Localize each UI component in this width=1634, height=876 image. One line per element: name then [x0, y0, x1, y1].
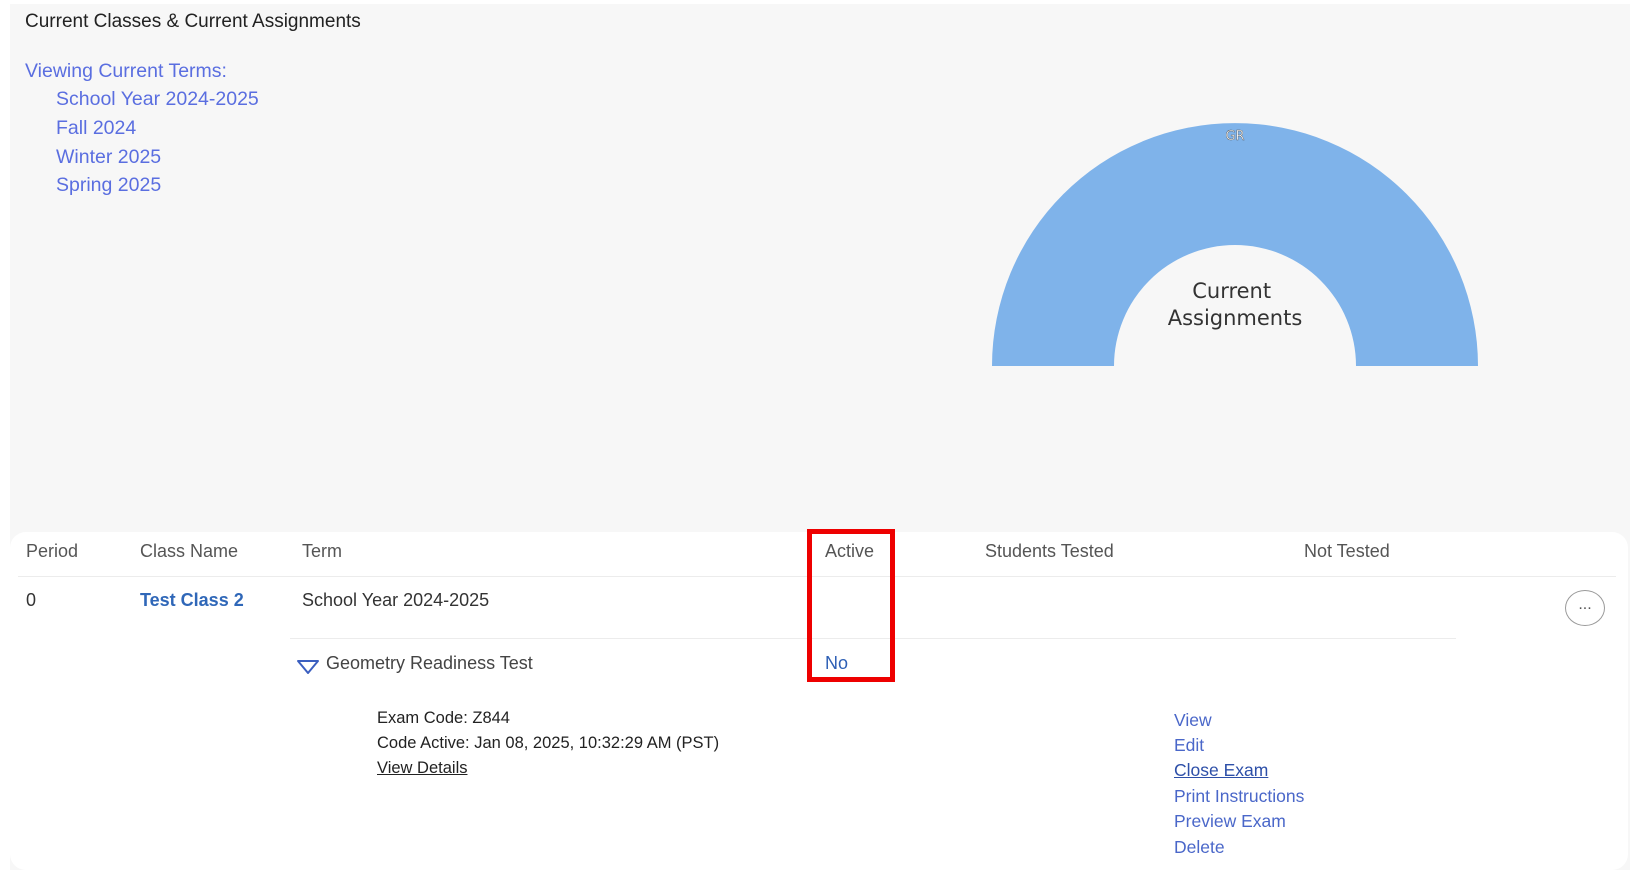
exam-code: Exam Code: Z844 [377, 709, 510, 727]
assignment-name: Geometry Readiness Test [326, 653, 533, 673]
chart-slice-label: GR [1225, 129, 1244, 144]
class-name-link[interactable]: Test Class 2 [140, 590, 244, 611]
close-exam-link[interactable]: Close Exam [1174, 760, 1268, 781]
page-title: Current Classes & Current Assignments [25, 11, 361, 32]
terms-label: Viewing Current Terms: [25, 60, 227, 82]
code-active-timestamp: Code Active: Jan 08, 2025, 10:32:29 AM (… [377, 734, 720, 752]
row-term: School Year 2024-2025 [302, 590, 490, 610]
header-class-name[interactable]: Class Name [140, 541, 238, 562]
header-period[interactable]: Period [26, 541, 78, 562]
assignments-donut-chart: GR Current Assignments [992, 123, 1478, 366]
term-link-fall[interactable]: Fall 2024 [56, 117, 136, 140]
delete-action-link[interactable]: Delete [1174, 837, 1225, 858]
term-link-winter[interactable]: Winter 2025 [56, 146, 161, 169]
term-link-school-year[interactable]: School Year 2024-2025 [56, 88, 259, 111]
more-options-button[interactable]: ... [1565, 590, 1605, 626]
header-term[interactable]: Term [302, 541, 342, 562]
header-students-tested[interactable]: Students Tested [985, 541, 1114, 562]
edit-action-link[interactable]: Edit [1174, 735, 1204, 756]
row-period: 0 [26, 590, 37, 610]
view-action-link[interactable]: View [1174, 710, 1212, 731]
preview-exam-link[interactable]: Preview Exam [1174, 811, 1286, 832]
header-not-tested[interactable]: Not Tested [1304, 541, 1390, 562]
term-link-spring[interactable]: Spring 2025 [56, 174, 161, 197]
print-instructions-link[interactable]: Print Instructions [1174, 786, 1304, 807]
chart-center-label: Current Assignments [1168, 279, 1303, 330]
view-details-link[interactable]: View Details [377, 759, 467, 778]
expand-toggle-icon[interactable] [296, 658, 320, 676]
active-column-highlight [807, 529, 895, 682]
